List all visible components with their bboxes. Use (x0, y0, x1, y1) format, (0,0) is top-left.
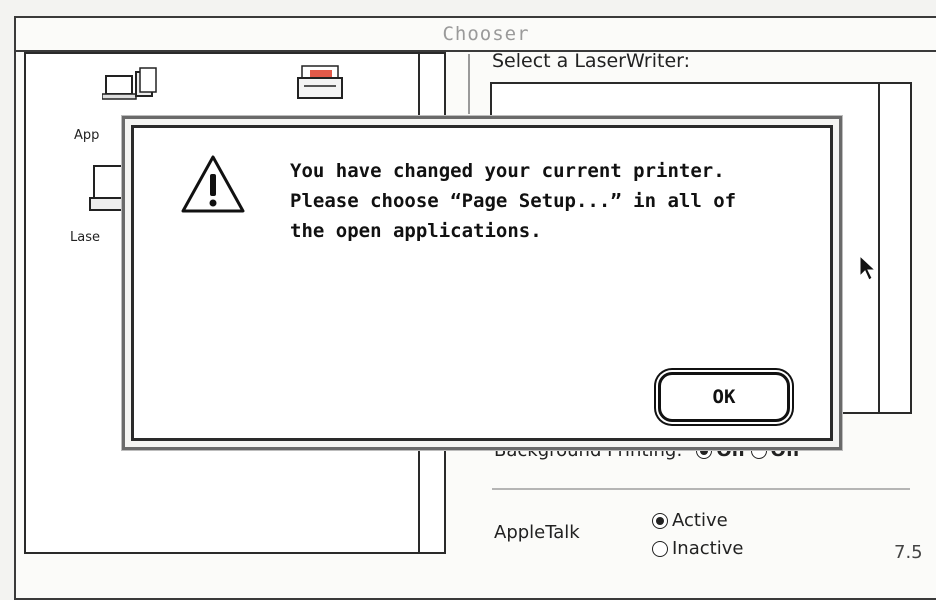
mouse-pointer-icon (859, 254, 877, 281)
panel-divider (468, 54, 470, 114)
alert-message: You have changed your current printer. P… (290, 160, 737, 242)
appletalk-active-label[interactable]: Active (672, 510, 728, 531)
alert-dialog: You have changed your current printer. P… (122, 116, 842, 450)
ok-button[interactable]: OK (658, 372, 790, 422)
appletalk-inactive-option[interactable]: Inactive (652, 538, 743, 559)
printer-list-scrollbar[interactable] (878, 84, 910, 412)
version-label: 7.5 (894, 542, 923, 563)
caution-icon (181, 155, 245, 213)
device-label-appleshare: App (74, 128, 100, 143)
appletalk-inactive-label[interactable]: Inactive (672, 538, 743, 559)
appletalk-active-radio[interactable] (652, 512, 668, 529)
appletalk-active-option[interactable]: Active (652, 510, 728, 531)
window-title: Chooser (442, 23, 530, 45)
laserwriter-icon[interactable] (86, 162, 126, 214)
appleshare-icon[interactable] (102, 66, 162, 104)
appletalk-inactive-radio[interactable] (652, 540, 668, 557)
alert-dialog-body: You have changed your current printer. P… (131, 125, 833, 441)
printer-icon[interactable] (296, 64, 348, 102)
appletalk-label: AppleTalk (494, 522, 580, 543)
settings-divider (492, 488, 910, 490)
title-bar[interactable]: Chooser (16, 18, 936, 52)
device-label-laserwriter: Lase (70, 230, 100, 245)
select-printer-label: Select a LaserWriter: (492, 50, 691, 72)
